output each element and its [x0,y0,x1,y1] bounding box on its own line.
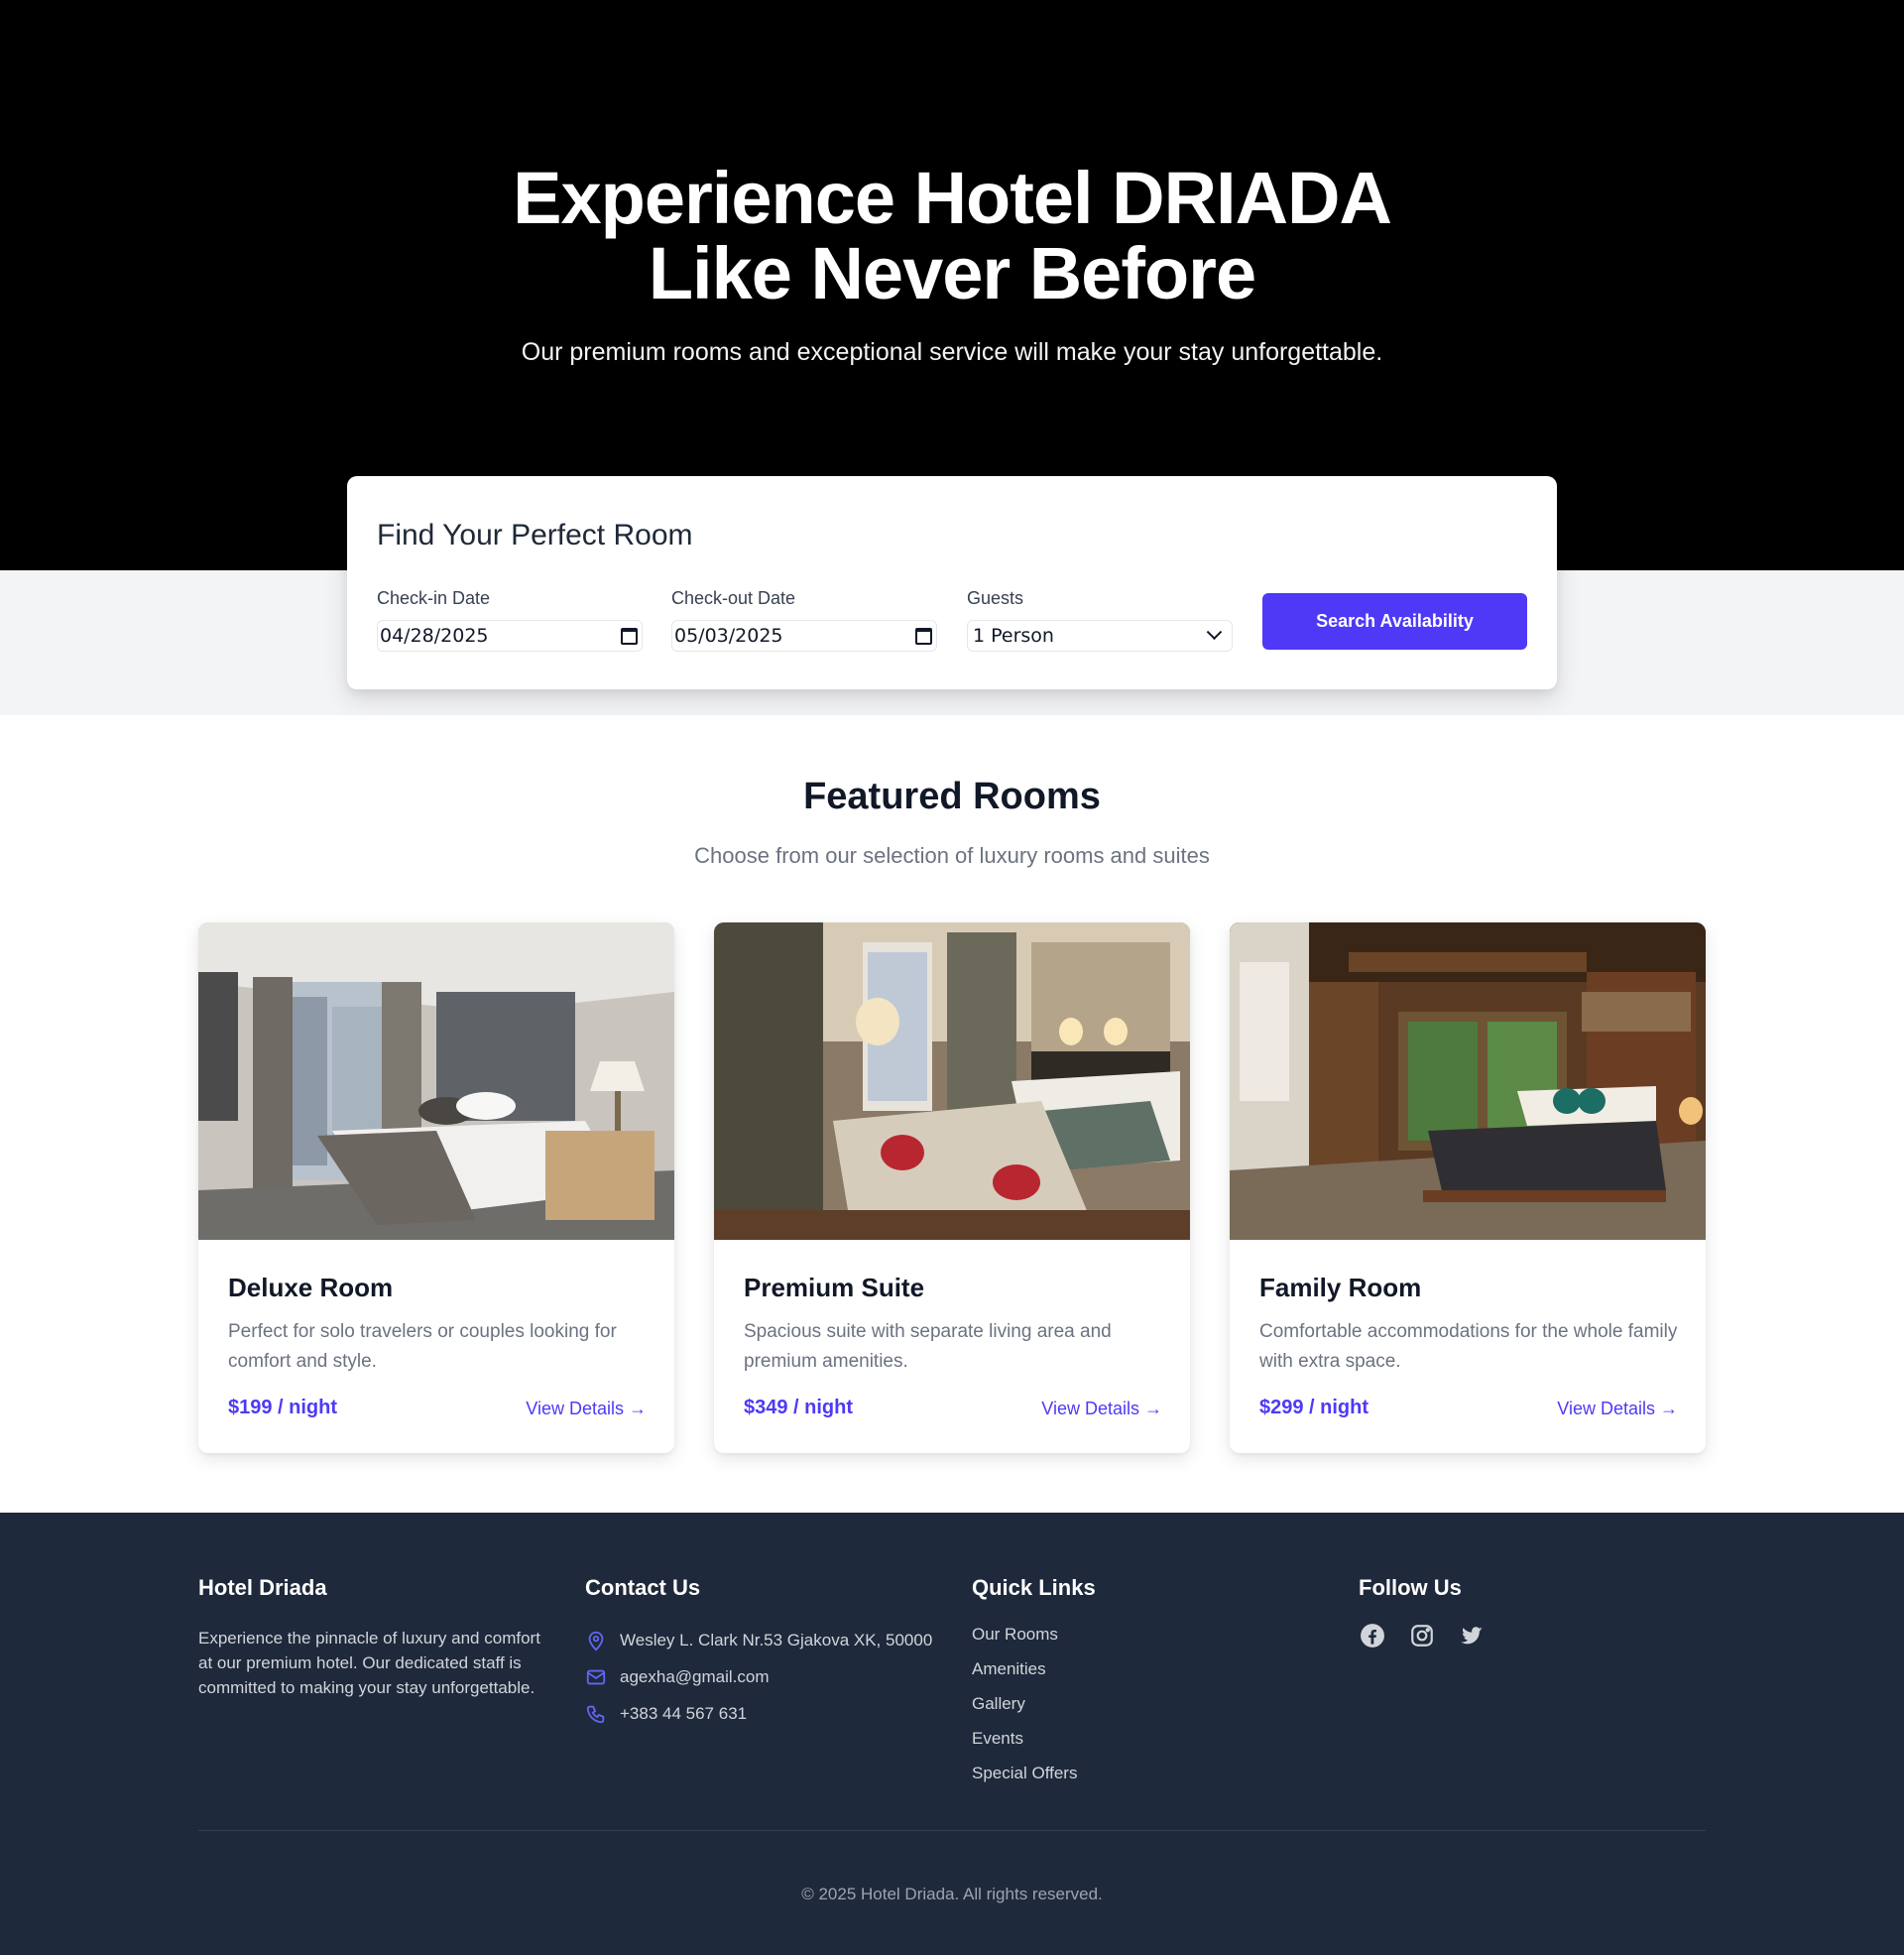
room-name: Deluxe Room [228,1273,394,1302]
footer-divider [198,1830,1706,1831]
room-description: Perfect for solo travelers or couples lo… [228,1321,617,1372]
search-title: Find Your Perfect Room [377,519,693,551]
room-name: Family Room [1259,1273,1422,1302]
room-card-deluxe[interactable]: Deluxe Room Perfect for solo travelers o… [198,922,674,1453]
footer-link-events[interactable]: Events [972,1726,1096,1761]
room-price: $199 / night [228,1397,338,1418]
checkin-label: Check-in Date [377,588,491,608]
checkin-date-input[interactable]: 04/28/2025 [377,620,643,652]
phone-icon [586,1705,605,1723]
room-price: $299 / night [1259,1397,1369,1418]
room-image-deluxe [198,922,674,1240]
featured-rooms-title: Featured Rooms [803,776,1101,817]
featured-rooms-subtitle: Choose from our selection of luxury room… [694,843,1210,868]
footer-follow-title: Follow Us [1359,1575,1462,1600]
footer-about: Hotel Driada Experience the pinnacle of … [198,1574,550,1700]
footer-link-amenities[interactable]: Amenities [972,1656,1096,1691]
footer-link-special-offers[interactable]: Special Offers [972,1761,1096,1795]
guests-select[interactable]: 1 Person [967,620,1233,652]
calendar-icon[interactable] [621,627,638,645]
contact-email[interactable]: agexha@gmail.com [585,1658,932,1695]
chevron-down-icon [1206,623,1223,640]
footer-link-our-rooms[interactable]: Our Rooms [972,1622,1096,1656]
room-card-premium-suite[interactable]: Premium Suite Spacious suite with separa… [714,922,1190,1453]
copyright-text: © 2025 Hotel Driada. All rights reserved… [801,1885,1103,1903]
footer-follow: Follow Us [1359,1574,1486,1650]
map-pin-icon [588,1631,604,1650]
mail-icon [586,1669,606,1684]
checkin-date-value: 04/28/2025 [380,625,489,647]
site-footer: Hotel Driada Experience the pinnacle of … [0,1513,1904,1955]
search-availability-button[interactable]: Search Availability [1262,593,1527,650]
room-image-premium-suite [714,922,1190,1240]
twitter-icon[interactable] [1458,1622,1486,1650]
checkin-field: Check-in Date 04/28/2025 [377,587,643,652]
view-details-link[interactable]: View Details → [526,1397,647,1420]
checkout-date-input[interactable]: 05/03/2025 [671,620,937,652]
view-details-link[interactable]: View Details → [1557,1397,1678,1420]
guests-label: Guests [967,588,1024,608]
hero-title-line-2: Like Never Before [648,232,1256,314]
footer-link-gallery[interactable]: Gallery [972,1691,1096,1726]
footer-contact-title: Contact Us [585,1575,701,1600]
room-image-family [1230,922,1706,1240]
checkout-field: Check-out Date 05/03/2025 [671,587,937,652]
hero-title: Experience Hotel DRIADA Like Never Befor… [0,161,1904,311]
footer-quick-links: Quick Links Our Rooms Amenities Gallery … [972,1574,1096,1795]
room-description: Spacious suite with separate living area… [744,1321,1112,1372]
room-search-card: Find Your Perfect Room Check-in Date 04/… [347,476,1557,689]
contact-phone[interactable]: +383 44 567 631 [585,1695,932,1732]
checkout-label: Check-out Date [671,588,796,608]
room-name: Premium Suite [744,1273,925,1302]
contact-address-text: Wesley L. Clark Nr.53 Gjakova XK, 50000 [620,1630,933,1650]
room-description: Comfortable accommodations for the whole… [1259,1321,1678,1372]
footer-about-text: Experience the pinnacle of luxury and co… [198,1629,540,1697]
footer-contact: Contact Us Wesley L. Clark Nr.53 Gjakova… [585,1574,932,1732]
checkout-date-value: 05/03/2025 [674,625,783,647]
hero-subtitle: Our premium rooms and exceptional servic… [521,338,1383,366]
contact-phone-text[interactable]: +383 44 567 631 [620,1704,747,1724]
facebook-icon[interactable] [1359,1622,1386,1650]
view-details-link[interactable]: View Details → [1041,1397,1162,1420]
room-card-family[interactable]: Family Room Comfortable accommodations f… [1230,922,1706,1453]
guests-field: Guests 1 Person [967,587,1233,652]
hero-title-line-1: Experience Hotel DRIADA [513,157,1392,239]
room-price: $349 / night [744,1397,854,1418]
footer-links-title: Quick Links [972,1575,1096,1600]
footer-about-title: Hotel Driada [198,1575,327,1600]
guests-value: 1 Person [973,625,1054,647]
calendar-icon[interactable] [915,627,932,645]
contact-address: Wesley L. Clark Nr.53 Gjakova XK, 50000 [585,1622,932,1658]
contact-email-text[interactable]: agexha@gmail.com [620,1667,770,1687]
instagram-icon[interactable] [1408,1622,1436,1650]
